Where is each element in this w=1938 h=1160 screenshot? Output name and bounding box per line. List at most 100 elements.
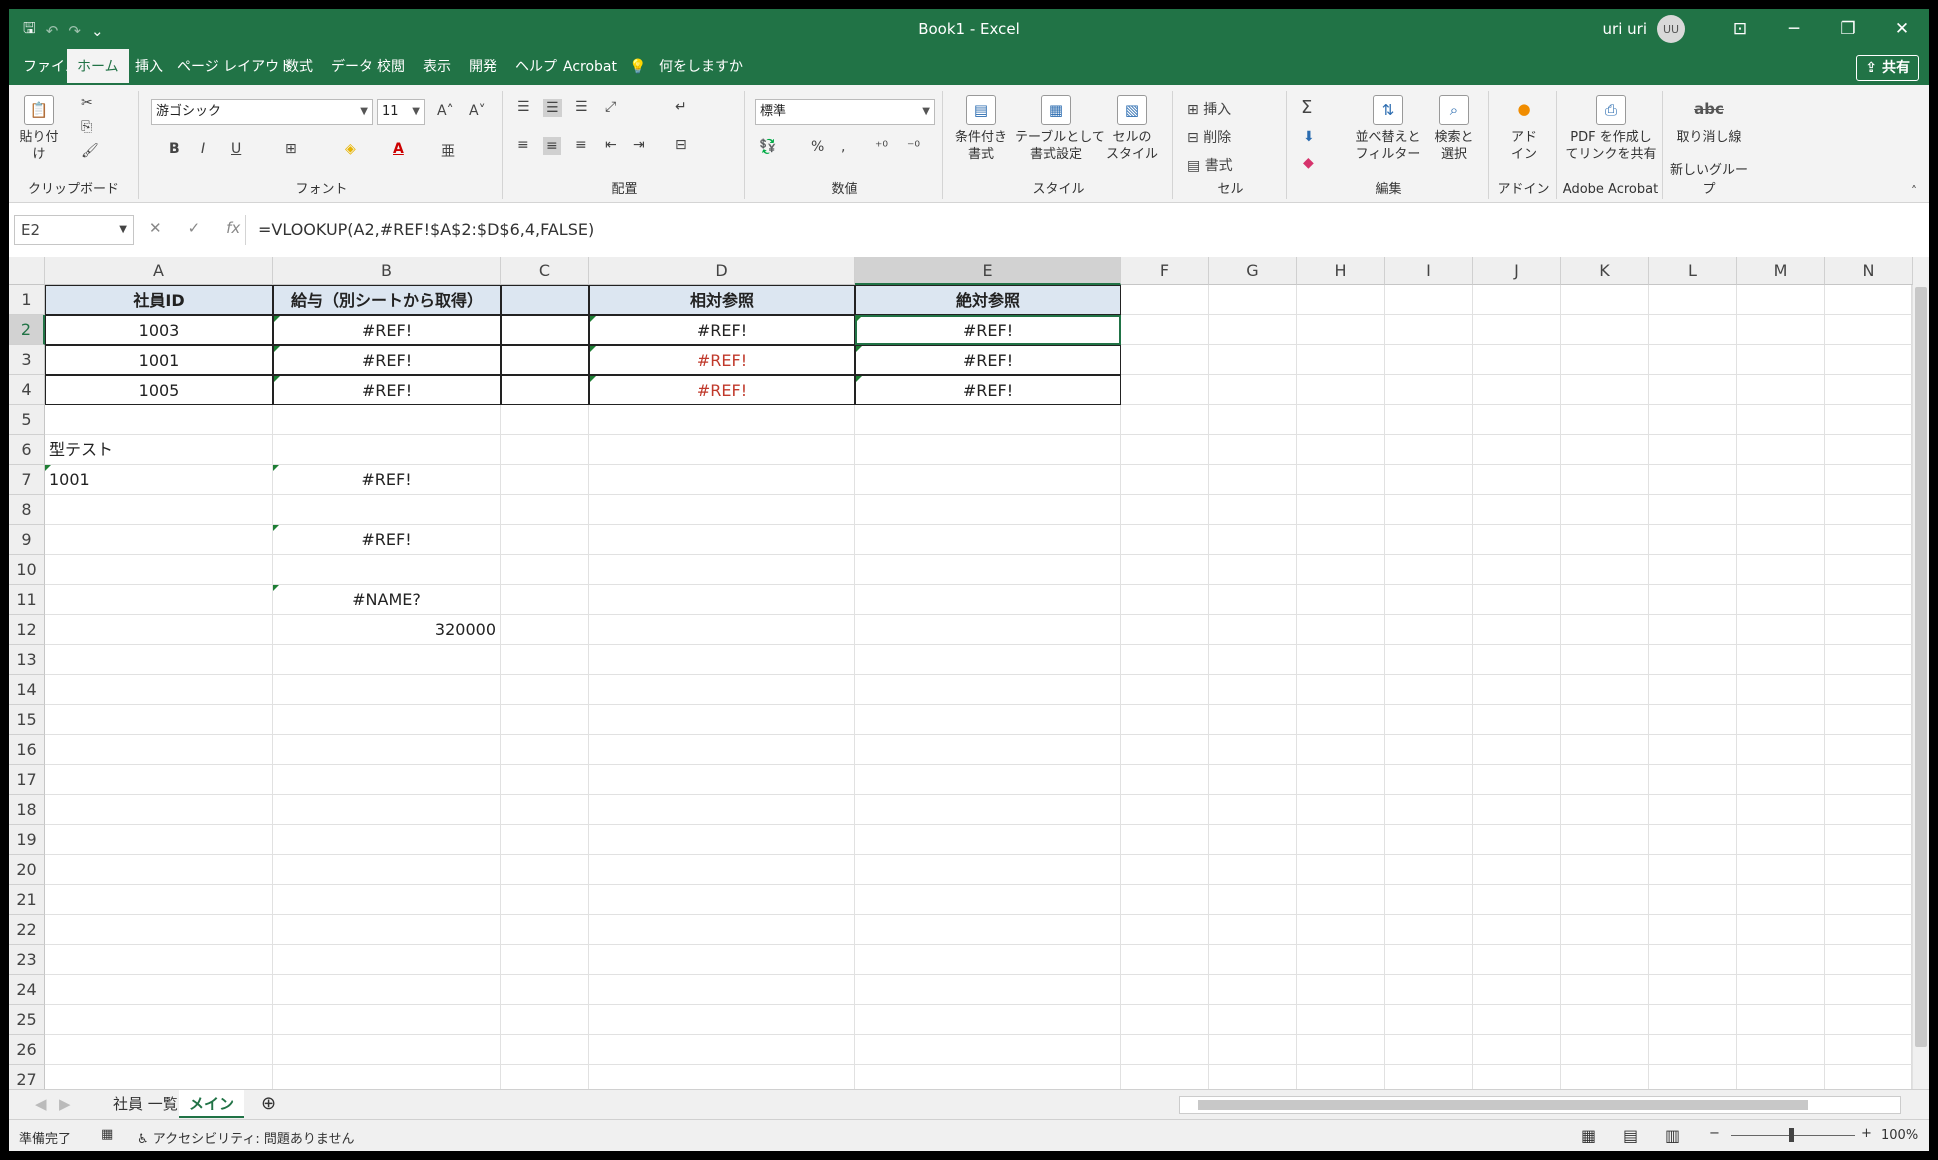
cell-m3[interactable] [1737,345,1825,375]
horizontal-scrollbar[interactable] [1179,1096,1901,1114]
formula-input[interactable]: =VLOOKUP(A2,#REF!$A$2:$D$6,4,FALSE) [245,215,1923,245]
cell-i10[interactable] [1385,555,1473,585]
cell-l26[interactable] [1649,1035,1737,1065]
cell-f25[interactable] [1121,1005,1209,1035]
cell-l18[interactable] [1649,795,1737,825]
cell-a4[interactable]: 1005 [45,375,273,405]
cell-e6[interactable] [855,435,1121,465]
cell-g24[interactable] [1209,975,1297,1005]
cell-b17[interactable] [273,765,501,795]
cell-a8[interactable] [45,495,273,525]
cell-m23[interactable] [1737,945,1825,975]
cell-e24[interactable] [855,975,1121,1005]
cell-b8[interactable] [273,495,501,525]
cell-d14[interactable] [589,675,855,705]
cell-c15[interactable] [501,705,589,735]
cell-m21[interactable] [1737,885,1825,915]
cell-g18[interactable] [1209,795,1297,825]
zoom-level[interactable]: 100% [1881,1128,1918,1143]
comma-button[interactable]: , [841,139,845,155]
cell-b10[interactable] [273,555,501,585]
tab-review[interactable]: 校閲 [367,49,415,85]
row-header-21[interactable]: 21 [9,885,45,915]
cell-j5[interactable] [1473,405,1561,435]
italic-button[interactable]: I [201,141,205,157]
cell-e10[interactable] [855,555,1121,585]
cell-l20[interactable] [1649,855,1737,885]
cell-k13[interactable] [1561,645,1649,675]
column-header-a[interactable]: A [45,257,273,285]
cell-g13[interactable] [1209,645,1297,675]
cell-f24[interactable] [1121,975,1209,1005]
cell-h4[interactable] [1297,375,1385,405]
row-header-4[interactable]: 4 [9,375,45,405]
cell-m11[interactable] [1737,585,1825,615]
wrap-text-icon[interactable]: ↵ [675,99,687,115]
cell-m12[interactable] [1737,615,1825,645]
cell-f14[interactable] [1121,675,1209,705]
column-header-k[interactable]: K [1561,257,1649,285]
zoom-in-icon[interactable]: + [1861,1126,1872,1141]
cell-n14[interactable] [1825,675,1913,705]
cell-l22[interactable] [1649,915,1737,945]
cell-i6[interactable] [1385,435,1473,465]
cell-i18[interactable] [1385,795,1473,825]
cell-h15[interactable] [1297,705,1385,735]
cell-j7[interactable] [1473,465,1561,495]
row-header-15[interactable]: 15 [9,705,45,735]
cell-g25[interactable] [1209,1005,1297,1035]
cell-n12[interactable] [1825,615,1913,645]
cell-m2[interactable] [1737,315,1825,345]
border-icon[interactable]: ⊞ [285,141,297,157]
sheet-tab-employees[interactable]: 社員 一覧 [103,1090,188,1118]
cell-n19[interactable] [1825,825,1913,855]
cell-d18[interactable] [589,795,855,825]
cell-j25[interactable] [1473,1005,1561,1035]
cell-n23[interactable] [1825,945,1913,975]
cell-a18[interactable] [45,795,273,825]
cell-l24[interactable] [1649,975,1737,1005]
cell-g15[interactable] [1209,705,1297,735]
cell-f18[interactable] [1121,795,1209,825]
cell-b11[interactable]: #NAME? [273,585,501,615]
cell-d26[interactable] [589,1035,855,1065]
cell-b26[interactable] [273,1035,501,1065]
percent-button[interactable]: % [811,139,824,155]
cell-j8[interactable] [1473,495,1561,525]
cell-e22[interactable] [855,915,1121,945]
align-center-icon[interactable]: ≡ [543,137,561,155]
cell-h16[interactable] [1297,735,1385,765]
cell-e20[interactable] [855,855,1121,885]
cell-i26[interactable] [1385,1035,1473,1065]
cell-g11[interactable] [1209,585,1297,615]
cell-g26[interactable] [1209,1035,1297,1065]
delete-cells-button[interactable]: ⊟ 削除 [1187,127,1231,147]
cell-e16[interactable] [855,735,1121,765]
cell-h10[interactable] [1297,555,1385,585]
addins-button[interactable]: ● アド イン [1499,95,1549,163]
align-bottom-icon[interactable]: ☰ [575,99,588,115]
cell-c26[interactable] [501,1035,589,1065]
currency-icon[interactable]: 💱 [759,139,776,155]
row-header-26[interactable]: 26 [9,1035,45,1065]
cell-b16[interactable] [273,735,501,765]
cell-e15[interactable] [855,705,1121,735]
cell-j20[interactable] [1473,855,1561,885]
cell-l5[interactable] [1649,405,1737,435]
cell-h5[interactable] [1297,405,1385,435]
fill-color-icon[interactable]: ◈ [345,141,356,157]
column-header-f[interactable]: F [1121,257,1209,285]
cell-f12[interactable] [1121,615,1209,645]
format-as-table-button[interactable]: ▦ テーブルとして 書式設定 [1015,95,1105,163]
cell-h7[interactable] [1297,465,1385,495]
insert-function-icon[interactable]: fx [226,219,240,237]
cell-j9[interactable] [1473,525,1561,555]
cell-c10[interactable] [501,555,589,585]
restore-icon[interactable]: ❐ [1821,9,1875,49]
cell-f16[interactable] [1121,735,1209,765]
cell-h2[interactable] [1297,315,1385,345]
cell-g10[interactable] [1209,555,1297,585]
cell-h22[interactable] [1297,915,1385,945]
cell-i15[interactable] [1385,705,1473,735]
cell-g8[interactable] [1209,495,1297,525]
